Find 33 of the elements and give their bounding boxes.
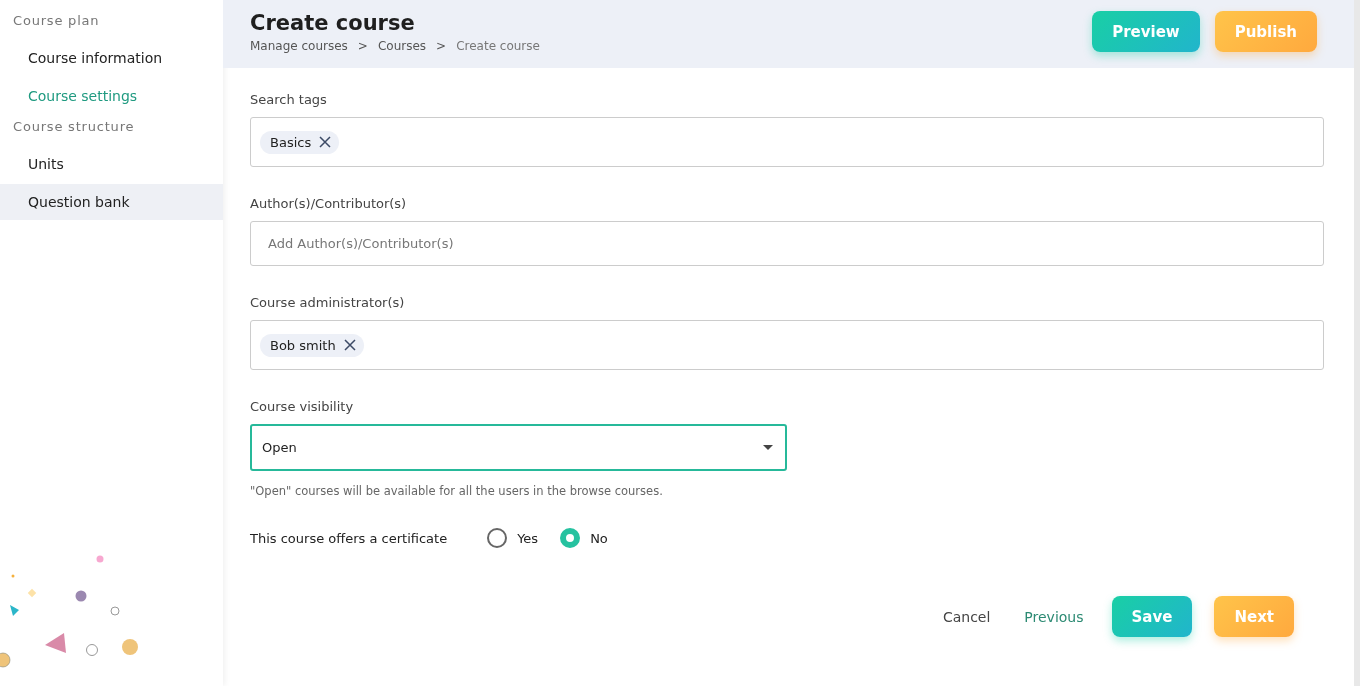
section-heading: Course structure (12, 118, 136, 136)
radio-label[interactable]: No (590, 530, 608, 546)
breadcrumb[interactable]: Manage courses (250, 39, 348, 53)
action-button[interactable]: Previous (1018, 596, 1090, 637)
field-label: Author(s)/Contributor(s) (250, 196, 408, 211)
sidebar-item[interactable]: Course settings (0, 78, 223, 114)
caret-icon (763, 445, 773, 450)
close-icon[interactable] (343, 339, 356, 351)
radio-button[interactable] (487, 528, 508, 548)
hint-text: "Open" courses will be available for all the users in the browse courses. (250, 484, 664, 498)
radio-button[interactable] (560, 528, 581, 548)
breadcrumb[interactable]: Courses (377, 39, 427, 53)
radio-label[interactable]: Yes (517, 530, 539, 546)
field-label: Search tags (250, 92, 328, 107)
tag-input-field[interactable]: Bob smith (250, 320, 1324, 370)
breadcrumb-separator: > (357, 39, 368, 53)
action-button[interactable]: Cancel (936, 596, 997, 637)
breadcrumb-separator: > (436, 39, 447, 53)
sidebar-item[interactable]: Course information (0, 40, 223, 76)
breadcrumb: Create course (456, 39, 540, 53)
section-heading: Course plan (12, 12, 101, 30)
sidebar-item[interactable]: Question bank (0, 184, 223, 220)
tag-input-field[interactable]: Basics (250, 117, 1324, 167)
tag-text: Basics (270, 134, 312, 150)
field-label: Course visibility (250, 399, 355, 414)
sidebar-item[interactable]: Units (0, 146, 223, 182)
visibility-dropdown[interactable]: Open (250, 424, 787, 471)
page-title: Create course (250, 11, 416, 35)
tag-text: Bob smith (270, 337, 336, 353)
text-input-field[interactable]: Add Author(s)/Contributor(s) (250, 221, 1324, 266)
field-label: Course administrator(s) (250, 295, 406, 310)
close-icon[interactable] (319, 136, 332, 148)
question-label: This course offers a certificate (250, 530, 448, 546)
